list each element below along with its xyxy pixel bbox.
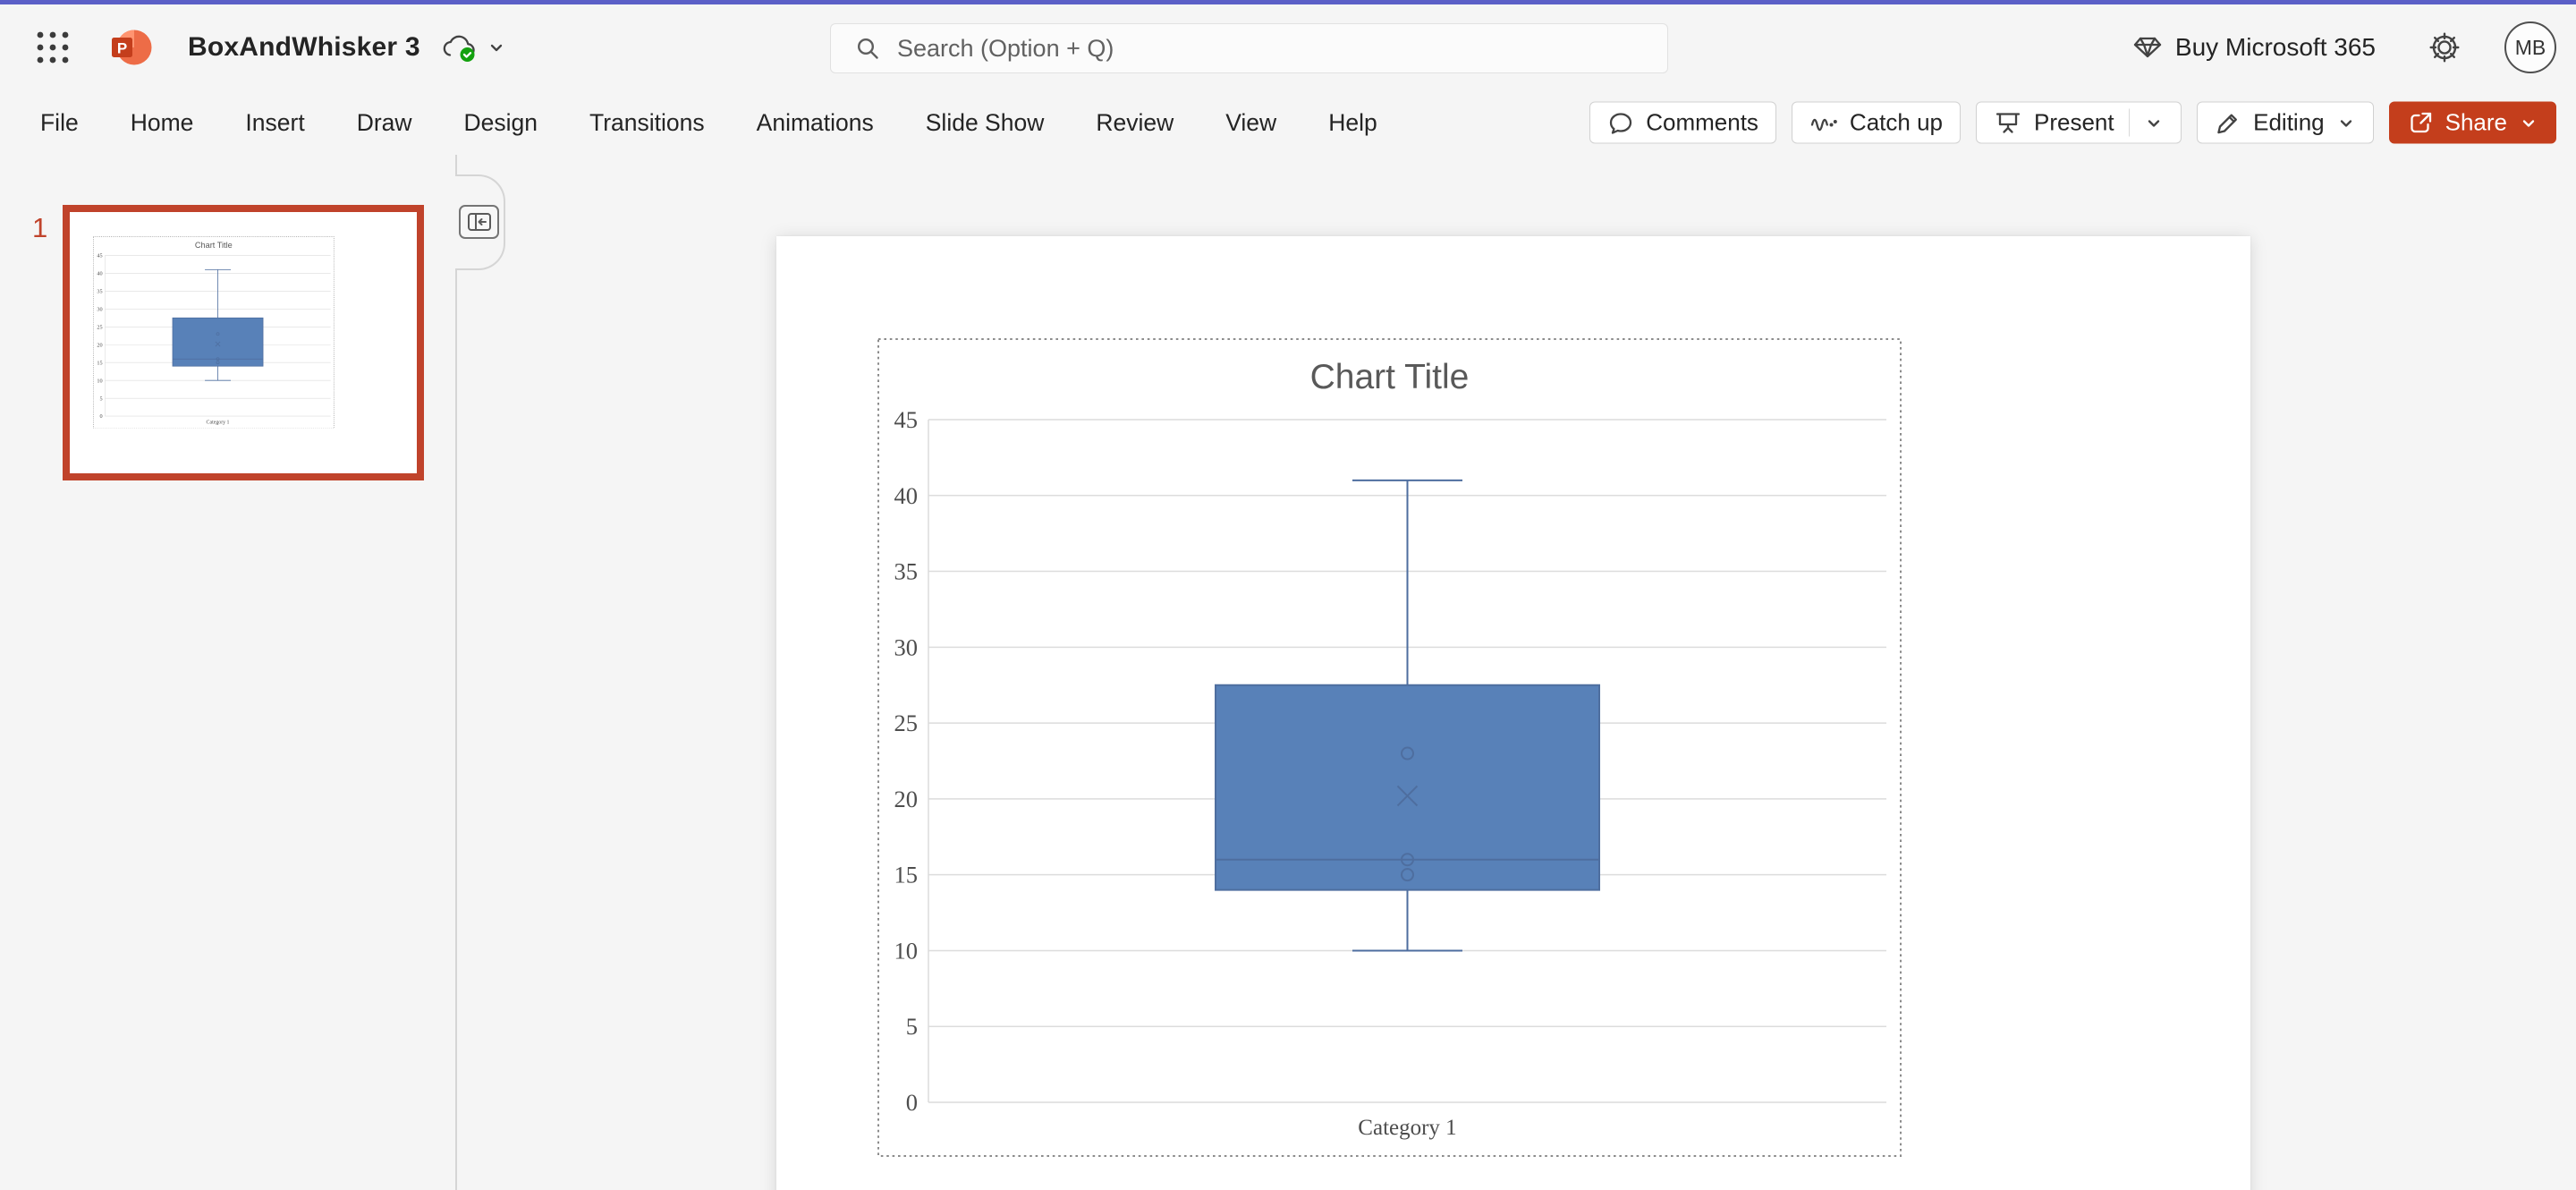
svg-text:15: 15: [894, 862, 919, 888]
slide-number: 1: [32, 212, 48, 243]
menu-item-transitions[interactable]: Transitions: [564, 109, 731, 137]
save-status-button[interactable]: [440, 32, 506, 63]
waffle-icon: [37, 31, 69, 64]
avatar-initials: MB: [2514, 35, 2546, 59]
svg-text:0: 0: [906, 1089, 918, 1116]
svg-text:45: 45: [894, 406, 919, 433]
editing-mode-button[interactable]: Editing: [2197, 101, 2374, 144]
menu-item-insert[interactable]: Insert: [219, 109, 330, 137]
svg-text:45: 45: [97, 253, 102, 259]
chevron-down-icon: [2340, 119, 2351, 127]
svg-text:35: 35: [894, 558, 919, 585]
menu-item-view[interactable]: View: [1199, 109, 1302, 137]
premium-diamond-icon: [2133, 37, 2162, 58]
svg-text:20: 20: [97, 342, 102, 348]
workspace: 1 Chart Title 0 5 10 15 20 25 30 35 40 45 Category …: [0, 155, 2576, 1190]
svg-text:5: 5: [99, 395, 102, 402]
menu-item-slide-show[interactable]: Slide Show: [900, 109, 1071, 137]
menu-item-design[interactable]: Design: [438, 109, 564, 137]
menu-item-review[interactable]: Review: [1070, 109, 1199, 137]
comments-button[interactable]: Comments: [1589, 101, 1776, 144]
svg-text:25: 25: [894, 710, 919, 736]
main-chart: Chart Title 0 5 10 15 20 25 30 35 40 45 Category 1: [877, 338, 1902, 1157]
cloud-saved-icon: [443, 35, 475, 62]
present-screen-icon: [1996, 112, 2021, 133]
chart-placeholder[interactable]: Chart Title 0 5 10 15 20 25 30 35 40 45 Category 1: [877, 338, 1902, 1157]
powerpoint-logo-icon: P: [112, 30, 152, 65]
catch-up-label: Catch up: [1849, 108, 1943, 136]
thumbnail-chart: Chart Title 0 5 10 15 20 25 30 35 40 45 Category 1: [93, 236, 335, 429]
share-button[interactable]: Share: [2388, 101, 2556, 144]
svg-text:10: 10: [894, 937, 919, 964]
share-label: Share: [2445, 108, 2507, 136]
present-label: Present: [2034, 108, 2114, 136]
app-launcher-button[interactable]: [25, 20, 80, 75]
present-button[interactable]: Present: [1976, 101, 2182, 144]
svg-text:P: P: [117, 40, 127, 57]
search-icon: [857, 38, 878, 59]
menu-item-home[interactable]: Home: [105, 109, 220, 137]
gear-icon: [2429, 32, 2460, 63]
editing-label: Editing: [2253, 108, 2325, 136]
comment-bubble-icon: [1610, 112, 1632, 134]
comments-label: Comments: [1646, 108, 1758, 136]
svg-text:30: 30: [894, 633, 919, 660]
pulse-icon: [1810, 118, 1837, 131]
slide[interactable]: Chart Title 0 5 10 15 20 25 30 35 40 45 Category 1: [776, 236, 2250, 1190]
catch-up-button[interactable]: Catch up: [1791, 101, 1961, 144]
slide-canvas: Chart Title 0 5 10 15 20 25 30 35 40 45 Category 1: [457, 155, 2576, 1190]
document-title: BoxAndWhisker 3: [188, 32, 420, 62]
svg-text:Chart Title: Chart Title: [195, 241, 233, 250]
svg-text:5: 5: [906, 1013, 918, 1040]
split-divider: [2128, 108, 2131, 137]
svg-text:35: 35: [97, 288, 102, 294]
svg-text:30: 30: [97, 306, 102, 312]
menubar: File Home Insert Draw Design Transitions…: [0, 90, 2576, 155]
buy-label: Buy Microsoft 365: [2174, 33, 2376, 61]
svg-text:15: 15: [97, 360, 102, 366]
pencil-icon: [2217, 114, 2238, 133]
menu-item-help[interactable]: Help: [1302, 109, 1403, 137]
menu-item-animations[interactable]: Animations: [731, 109, 900, 137]
menu-item-file[interactable]: File: [14, 109, 105, 137]
svg-text:20: 20: [894, 786, 919, 812]
slide-thumbnail[interactable]: Chart Title 0 5 10 15 20 25 30 35 40 45 Category 1: [63, 205, 424, 480]
chevron-down-icon: [2522, 119, 2535, 127]
avatar[interactable]: MB: [2504, 21, 2556, 73]
search-input[interactable]: [897, 24, 1667, 72]
buy-microsoft-365-button[interactable]: Buy Microsoft 365: [2133, 33, 2376, 62]
svg-text:Category 1: Category 1: [207, 421, 230, 426]
svg-text:40: 40: [894, 482, 919, 509]
svg-text:0: 0: [99, 413, 102, 420]
svg-text:Category 1: Category 1: [1358, 1116, 1456, 1140]
share-icon: [2410, 112, 2431, 132]
present-dropdown-chevron-icon[interactable]: [2144, 113, 2164, 132]
menu-item-draw[interactable]: Draw: [331, 109, 438, 137]
svg-text:Chart Title: Chart Title: [1310, 358, 1470, 396]
svg-text:10: 10: [97, 378, 102, 384]
settings-button[interactable]: [2428, 30, 2462, 64]
chevron-down-icon: [490, 44, 502, 52]
svg-text:25: 25: [97, 324, 102, 330]
svg-text:40: 40: [97, 271, 102, 277]
titlebar: P BoxAndWhisker 3 Search (Option + Q) Bu…: [0, 4, 2576, 90]
search-box[interactable]: [830, 23, 1668, 73]
